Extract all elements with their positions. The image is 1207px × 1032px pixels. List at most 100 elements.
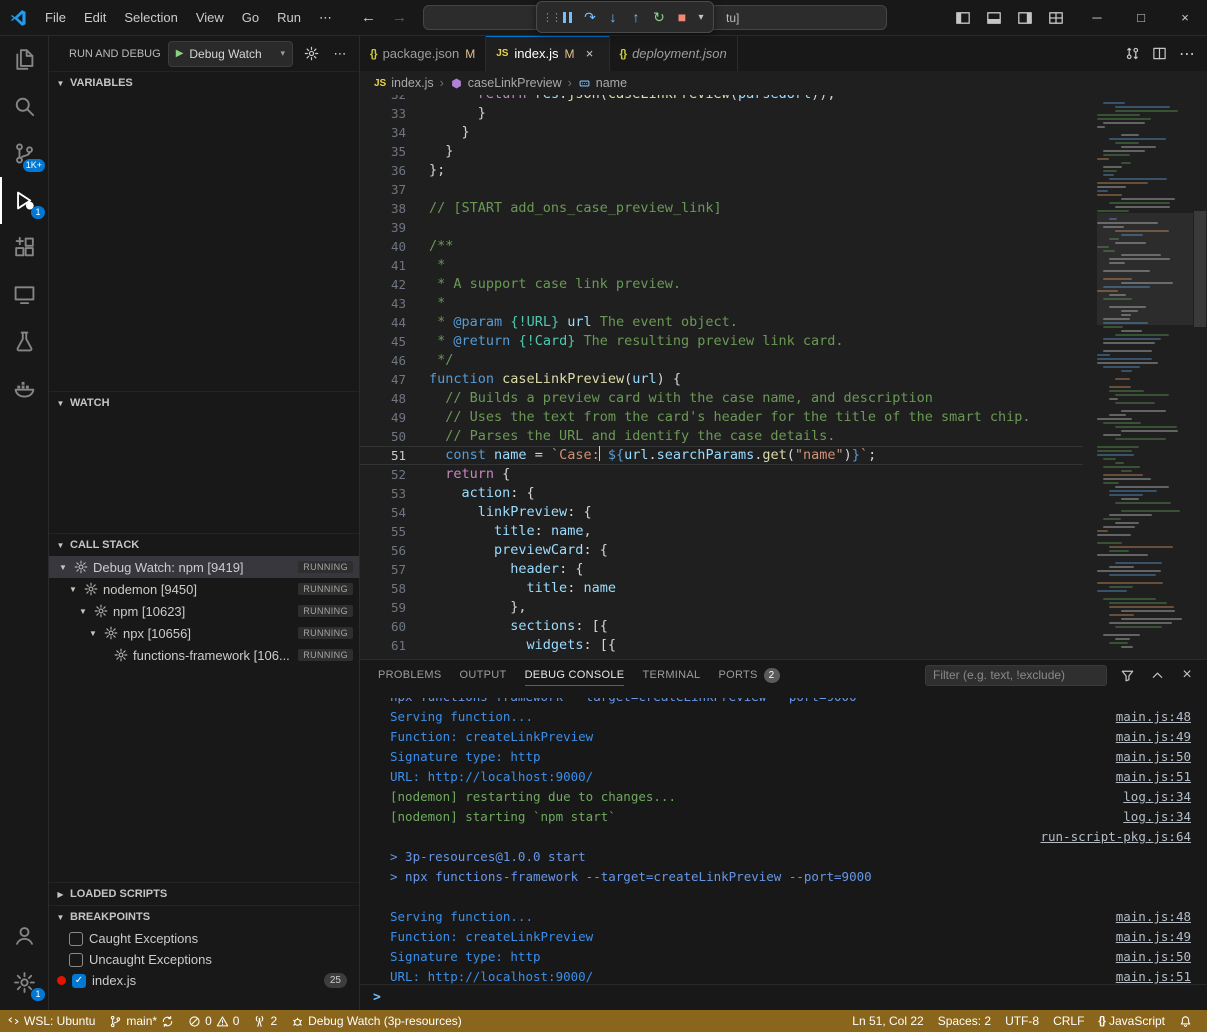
minimap-slider[interactable] <box>1097 213 1193 325</box>
debug-settings-gear-icon[interactable] <box>300 43 322 65</box>
status-indentation[interactable]: Spaces: 2 <box>931 1010 998 1032</box>
more-actions-icon[interactable]: ⋯ <box>1179 44 1195 64</box>
debug-console-input[interactable] <box>389 985 1207 1010</box>
toggle-secondary-sidebar-icon[interactable] <box>1011 5 1038 31</box>
menu-item-view[interactable]: View <box>187 7 233 29</box>
filter-icon[interactable] <box>1117 665 1137 685</box>
code-line[interactable]: 51 const name = `Case: ${url.searchParam… <box>360 446 1083 465</box>
status-cursor-position[interactable]: Ln 51, Col 22 <box>845 1010 930 1032</box>
status-eol[interactable]: CRLF <box>1046 1010 1091 1032</box>
section-watch[interactable]: ▼ WATCH <box>49 391 359 414</box>
start-debugging-icon[interactable]: ▶ <box>176 48 184 59</box>
console-source-link[interactable]: main.js:48 <box>1096 907 1191 927</box>
toggle-sidebar-icon[interactable] <box>949 5 976 31</box>
line-number[interactable]: 61 <box>360 636 429 655</box>
code-line[interactable]: 38// [START add_ons_case_preview_link] <box>360 199 1083 218</box>
code-line[interactable]: 60 sections: [{ <box>360 617 1083 636</box>
line-number[interactable]: 52 <box>360 465 429 484</box>
command-center[interactable]: ⋮⋮↷↓↑↻■▾ tu] <box>423 5 887 30</box>
breadcrumb-item-index.js[interactable]: JSindex.js <box>374 76 434 90</box>
activity-remote-explorer[interactable] <box>0 271 48 318</box>
breadcrumb-item-name[interactable]: name <box>578 76 627 90</box>
activity-extensions[interactable] <box>0 224 48 271</box>
line-number[interactable]: 57 <box>360 560 429 579</box>
code-line[interactable]: 48 // Builds a preview card with the cas… <box>360 389 1083 408</box>
panel-tab-debug-console[interactable]: DEBUG CONSOLE <box>525 660 625 690</box>
activity-search[interactable] <box>0 83 48 130</box>
code-line[interactable]: 53 action: { <box>360 484 1083 503</box>
code-line[interactable]: 57 header: { <box>360 560 1083 579</box>
menu-item-[interactable]: ⋯ <box>310 7 341 29</box>
status-forwarded-ports[interactable]: 2 <box>246 1010 284 1032</box>
console-filter-input[interactable] <box>925 665 1107 686</box>
tab-deployment-json[interactable]: {}deployment.json <box>610 36 738 71</box>
line-number[interactable]: 45 <box>360 332 429 351</box>
activity-settings[interactable]: 1 <box>0 959 48 1006</box>
console-source-link[interactable]: main.js:51 <box>1096 767 1191 787</box>
code-line[interactable]: 34 } <box>360 123 1083 142</box>
line-number[interactable]: 38 <box>360 199 429 218</box>
close-button[interactable]: × <box>1163 0 1207 35</box>
menu-item-selection[interactable]: Selection <box>115 7 186 29</box>
code-line[interactable]: 49 // Uses the text from the card's head… <box>360 408 1083 427</box>
go-forward-icon[interactable]: → <box>392 9 407 26</box>
status-remote-indicator[interactable]: WSL: Ubuntu <box>0 1010 102 1032</box>
close-panel-icon[interactable]: × <box>1177 665 1197 685</box>
split-editor-icon[interactable] <box>1152 46 1167 61</box>
line-number[interactable]: 59 <box>360 598 429 617</box>
code-line[interactable]: 52 return { <box>360 465 1083 484</box>
console-source-link[interactable]: run-script-pkg.js:64 <box>1020 827 1191 847</box>
console-source-link[interactable]: main.js:51 <box>1096 967 1191 984</box>
line-number[interactable]: 58 <box>360 579 429 598</box>
menu-item-run[interactable]: Run <box>268 7 310 29</box>
debug-step-into-button[interactable]: ↓ <box>602 5 624 29</box>
code-line[interactable]: 46 */ <box>360 351 1083 370</box>
line-number[interactable]: 47 <box>360 370 429 389</box>
panel-tab-problems[interactable]: PROBLEMS <box>378 660 442 690</box>
line-number[interactable]: 55 <box>360 522 429 541</box>
toggle-panel-icon[interactable] <box>980 5 1007 31</box>
line-number[interactable]: 54 <box>360 503 429 522</box>
status-debug-session[interactable]: Debug Watch (3p-resources) <box>284 1010 469 1032</box>
maximize-panel-icon[interactable] <box>1147 665 1167 685</box>
drag-grip-icon[interactable]: ⋮⋮ <box>542 11 555 24</box>
code-line[interactable]: 40/** <box>360 237 1083 256</box>
code-line[interactable]: 44 * @param {!URL} url The event object. <box>360 313 1083 332</box>
code-line[interactable]: 50 // Parses the URL and identify the ca… <box>360 427 1083 446</box>
go-back-icon[interactable]: ← <box>361 9 376 26</box>
status-language-mode[interactable]: {}JavaScript <box>1091 1010 1172 1032</box>
menu-item-go[interactable]: Go <box>233 7 268 29</box>
code-line[interactable]: 37 <box>360 180 1083 199</box>
customize-layout-icon[interactable] <box>1042 5 1069 31</box>
code-line[interactable]: 61 widgets: [{ <box>360 636 1083 655</box>
panel-tab-output[interactable]: OUTPUT <box>460 660 507 690</box>
line-number[interactable]: 32 <box>360 95 429 104</box>
line-number[interactable]: 41 <box>360 256 429 275</box>
section-breakpoints[interactable]: ▼ BREAKPOINTS <box>49 905 359 928</box>
console-source-link[interactable]: main.js:48 <box>1096 707 1191 727</box>
code-line[interactable]: 47function caseLinkPreview(url) { <box>360 370 1083 389</box>
call-stack-session[interactable]: ▼npx [10656]RUNNING <box>49 622 359 644</box>
line-number[interactable]: 37 <box>360 180 429 199</box>
status-notifications[interactable] <box>1172 1010 1199 1032</box>
line-number[interactable]: 39 <box>360 218 429 237</box>
console-source-link[interactable]: main.js:50 <box>1096 947 1191 967</box>
line-number[interactable]: 53 <box>360 484 429 503</box>
tab-index-js[interactable]: JSindex.jsM× <box>486 36 609 71</box>
line-number[interactable]: 40 <box>360 237 429 256</box>
breadcrumb-item-caseLinkPreview[interactable]: caseLinkPreview <box>450 76 562 90</box>
minimize-button[interactable]: ─ <box>1075 0 1119 35</box>
activity-testing[interactable] <box>0 318 48 365</box>
line-number[interactable]: 33 <box>360 104 429 123</box>
line-number[interactable]: 46 <box>360 351 429 370</box>
code-line[interactable]: 39 <box>360 218 1083 237</box>
line-number[interactable]: 34 <box>360 123 429 142</box>
line-number[interactable]: 49 <box>360 408 429 427</box>
console-source-link[interactable]: log.js:34 <box>1103 787 1191 807</box>
tab-package-json[interactable]: {}package.jsonM <box>360 36 486 71</box>
code-line[interactable]: 55 title: name, <box>360 522 1083 541</box>
console-source-link[interactable]: main.js:49 <box>1096 727 1191 747</box>
console-source-link[interactable]: main.js:49 <box>1096 927 1191 947</box>
line-number[interactable]: 48 <box>360 389 429 408</box>
section-loaded-scripts[interactable]: ▶ LOADED SCRIPTS <box>49 882 359 905</box>
